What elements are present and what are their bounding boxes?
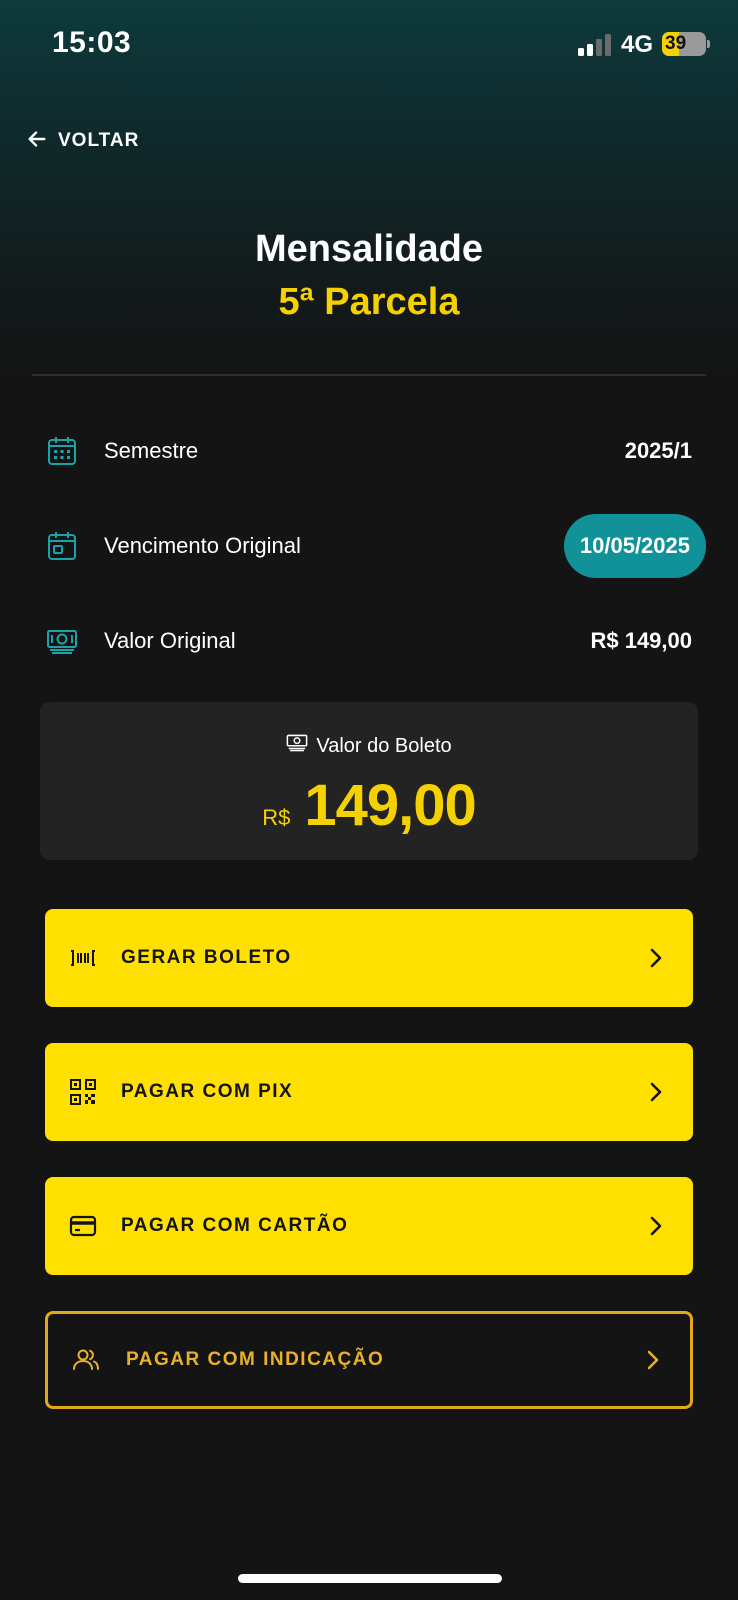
- battery-icon: 39: [662, 32, 706, 56]
- qr-code-icon: [69, 1078, 97, 1106]
- chevron-right-icon: [647, 947, 665, 969]
- boleto-currency: R$: [262, 805, 291, 830]
- pay-referral-label: PAGAR COM INDICAÇÃO: [126, 1349, 385, 1370]
- pay-pix-button[interactable]: PAGAR COM PIX: [45, 1043, 693, 1141]
- calendar-grid-icon: [46, 435, 78, 467]
- due-date-badge: 10/05/2025: [563, 514, 706, 578]
- money-icon: [286, 734, 308, 758]
- chevron-right-icon: [647, 1215, 665, 1237]
- boleto-caption-label: Valor do Boleto: [316, 734, 452, 757]
- back-button[interactable]: VOLTAR: [26, 124, 139, 158]
- installment-subtitle: 5ª Parcela: [278, 281, 460, 323]
- semester-row: Semestre 2025/1: [46, 421, 706, 481]
- original-value-row: Valor Original R$ 149,00: [46, 611, 706, 671]
- pay-card-label: PAGAR COM CARTÃO: [121, 1215, 349, 1236]
- due-date-row: Vencimento Original 10/05/2025: [46, 514, 706, 578]
- page-title: Mensalidade: [254, 228, 484, 270]
- original-value-amount: R$ 149,00: [590, 628, 692, 653]
- divider: [32, 374, 706, 376]
- chevron-right-icon: [647, 1081, 665, 1103]
- users-icon: [72, 1346, 100, 1374]
- due-date-label: Vencimento Original: [104, 533, 301, 558]
- network-type: 4G: [621, 31, 654, 58]
- credit-card-icon: [69, 1212, 97, 1240]
- barcode-icon: [69, 944, 97, 972]
- boleto-caption: Valor do Boleto: [40, 734, 698, 758]
- home-indicator[interactable]: [238, 1574, 502, 1583]
- status-time: 15:03: [52, 26, 132, 59]
- signal-icon: [578, 34, 614, 56]
- page-header: Mensalidade 5ª Parcela: [0, 228, 738, 324]
- battery-tip: [707, 40, 710, 48]
- pay-pix-label: PAGAR COM PIX: [121, 1081, 294, 1102]
- pay-referral-button[interactable]: PAGAR COM INDICAÇÃO: [45, 1311, 693, 1409]
- boleto-total-card: Valor do Boleto R$ 149,00: [40, 702, 698, 860]
- semester-label: Semestre: [104, 438, 199, 463]
- arrow-left-icon: [26, 128, 48, 155]
- boleto-amount-value: 149,00: [304, 773, 476, 838]
- generate-boleto-label: GERAR BOLETO: [121, 947, 292, 968]
- original-value-label: Valor Original: [104, 628, 236, 653]
- calendar-icon: [46, 530, 78, 562]
- semester-value: 2025/1: [624, 438, 692, 463]
- chevron-right-icon: [644, 1349, 662, 1371]
- back-label: VOLTAR: [58, 130, 140, 151]
- status-bar: 15:03 4G 39: [0, 0, 738, 90]
- pay-card-button[interactable]: PAGAR COM CARTÃO: [45, 1177, 693, 1275]
- money-icon: [46, 625, 78, 657]
- generate-boleto-button[interactable]: GERAR BOLETO: [45, 909, 693, 1007]
- battery-level: 39: [665, 33, 687, 54]
- boleto-amount: R$ 149,00: [40, 772, 698, 839]
